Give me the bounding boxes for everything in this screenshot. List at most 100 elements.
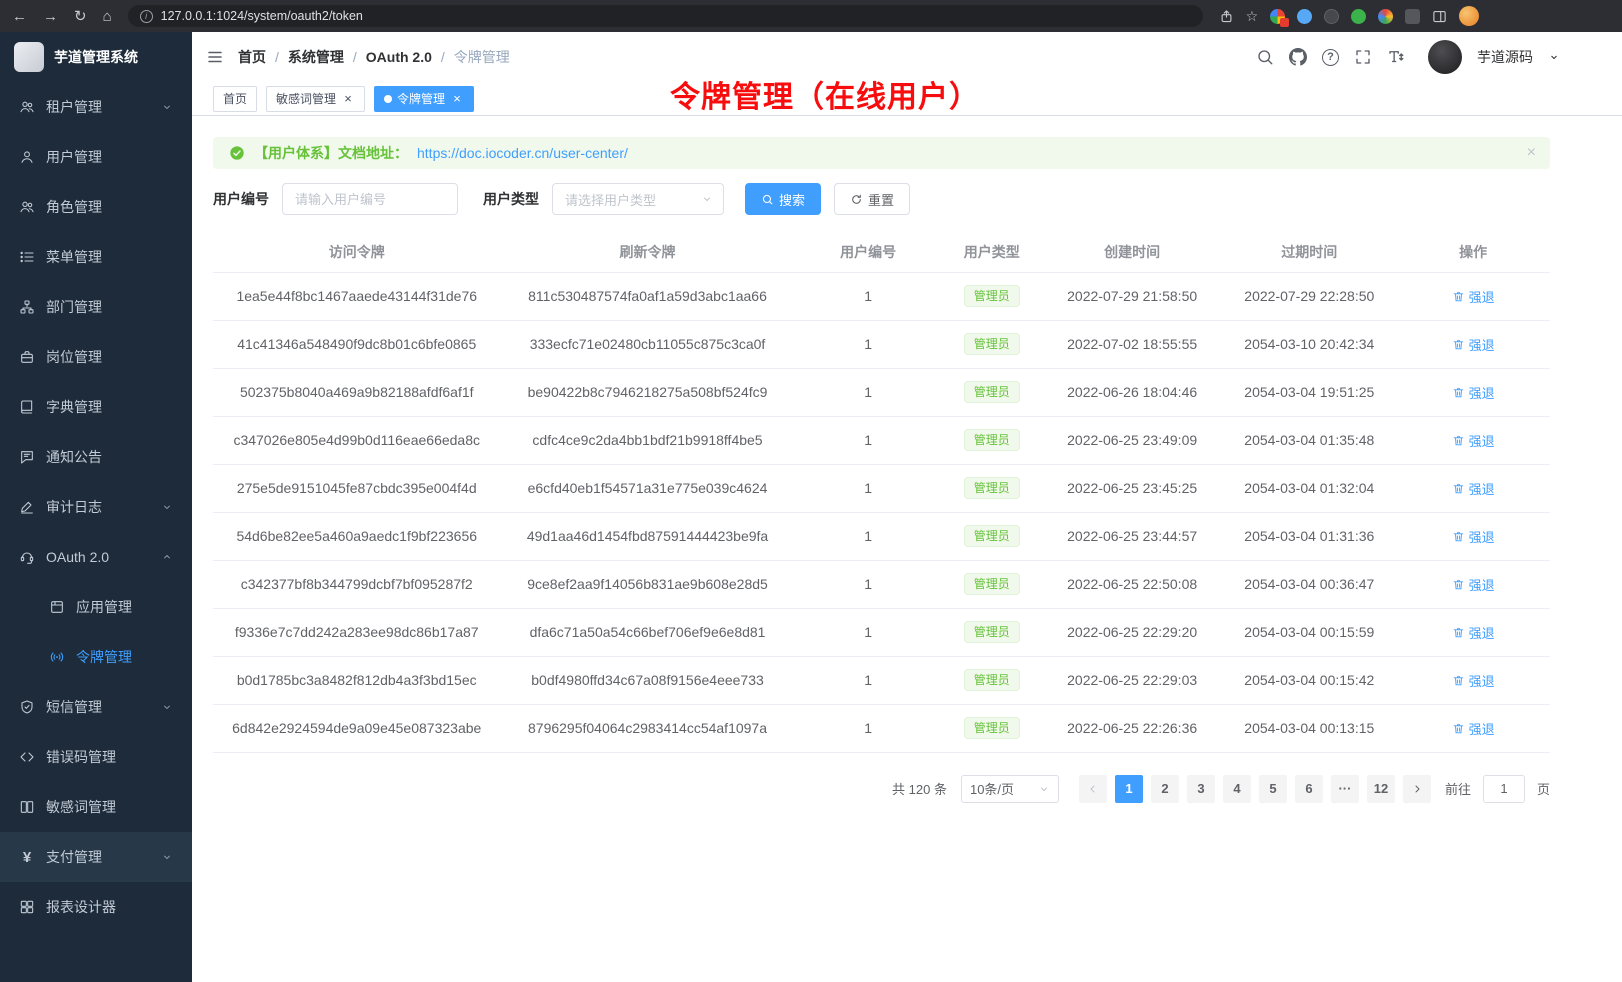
sidebar-item-oauth2[interactable]: OAuth 2.0	[0, 532, 192, 582]
header: 首页 / 系统管理 / OAuth 2.0 / 令牌管理 ?	[192, 32, 1622, 82]
force-logout-button[interactable]: 强退	[1452, 671, 1495, 690]
close-icon[interactable]: ×	[341, 92, 355, 106]
chevron-down-icon	[1038, 783, 1050, 795]
search-button[interactable]: 搜索	[745, 183, 821, 215]
goto-page-input[interactable]	[1483, 775, 1525, 803]
reset-button[interactable]: 重置	[834, 183, 910, 215]
trash-icon	[1452, 386, 1465, 399]
search-icon[interactable]	[1256, 48, 1274, 66]
sidebar-subitem-token[interactable]: 令牌管理	[0, 632, 192, 682]
cell-actions: 强退	[1396, 656, 1550, 704]
sidebar-item-notice[interactable]: 通知公告	[0, 432, 192, 482]
url-bar[interactable]: i 127.0.0.1:1024/system/oauth2/token	[128, 5, 1203, 27]
force-logout-button[interactable]: 强退	[1452, 623, 1495, 642]
cell-user-id: 1	[795, 272, 942, 320]
force-logout-button[interactable]: 强退	[1452, 479, 1495, 498]
refresh-icon[interactable]: ↻	[74, 9, 87, 24]
cell-user-id: 1	[795, 656, 942, 704]
sidebar-item-tenant[interactable]: 租户管理	[0, 82, 192, 132]
forward-icon[interactable]: →	[43, 9, 58, 24]
page-button[interactable]: 3	[1187, 775, 1215, 803]
user-id-input[interactable]	[282, 183, 458, 215]
sidebar-item-sms[interactable]: 短信管理	[0, 682, 192, 732]
sidebar-item-label: 通知公告	[46, 447, 173, 467]
page-size-select[interactable]: 10条/页	[961, 775, 1059, 803]
app-logo[interactable]: 芋道管理系统	[0, 32, 192, 82]
close-icon[interactable]: ×	[450, 92, 464, 106]
sidebar-item-menu[interactable]: 菜单管理	[0, 232, 192, 282]
cell-expire-time: 2054-03-10 20:42:34	[1222, 320, 1396, 368]
sidebar-item-pay[interactable]: ¥ 支付管理	[0, 832, 192, 882]
sidebar-toggle-icon[interactable]	[1432, 9, 1447, 24]
page-button[interactable]: 6	[1295, 775, 1323, 803]
sidebar-item-error-code[interactable]: 错误码管理	[0, 732, 192, 782]
share-icon[interactable]	[1219, 9, 1234, 24]
username[interactable]: 芋道源码	[1477, 47, 1533, 67]
fullscreen-icon[interactable]	[1354, 48, 1372, 66]
tab-home[interactable]: 首页	[213, 86, 257, 112]
github-icon[interactable]	[1289, 48, 1307, 66]
hamburger-menu-icon[interactable]	[206, 48, 224, 66]
extension-pinwheel-icon[interactable]	[1378, 9, 1393, 24]
help-icon[interactable]: ?	[1322, 49, 1339, 66]
list-icon	[19, 249, 35, 265]
user-avatar[interactable]	[1428, 40, 1462, 74]
page-button[interactable]: 2	[1151, 775, 1179, 803]
breadcrumb-item[interactable]: 系统管理	[288, 47, 344, 67]
browser-profile-avatar[interactable]	[1459, 6, 1479, 26]
sidebar-item-dict[interactable]: 字典管理	[0, 382, 192, 432]
sidebar-item-role[interactable]: 角色管理	[0, 182, 192, 232]
book-icon	[19, 399, 35, 415]
force-logout-button[interactable]: 强退	[1452, 719, 1495, 738]
cell-create-time: 2022-06-26 18:04:46	[1042, 368, 1222, 416]
trash-icon	[1452, 626, 1465, 639]
cell-actions: 强退	[1396, 464, 1550, 512]
sidebar-item-sensitive-words[interactable]: 敏感词管理	[0, 782, 192, 832]
extension-green-icon[interactable]	[1351, 9, 1366, 24]
breadcrumb-item[interactable]: 首页	[238, 47, 266, 67]
cell-access-token: b0d1785bc3a8482f812db4a3f3bd15ec	[213, 656, 500, 704]
sidebar-item-report-designer[interactable]: 报表设计器	[0, 882, 192, 932]
sidebar-item-user[interactable]: 用户管理	[0, 132, 192, 182]
force-logout-button[interactable]: 强退	[1452, 527, 1495, 546]
force-logout-button[interactable]: 强退	[1452, 575, 1495, 594]
more-pages-button[interactable]: ···	[1331, 775, 1359, 803]
extension-dark-icon[interactable]	[1324, 9, 1339, 24]
tab-token[interactable]: 令牌管理 ×	[374, 86, 474, 112]
user-type-select[interactable]: 请选择用户类型	[552, 183, 724, 215]
page-button[interactable]: 12	[1367, 775, 1395, 803]
bookmark-star-icon[interactable]: ☆	[1246, 8, 1259, 25]
page-button[interactable]: 4	[1223, 775, 1251, 803]
sidebar-item-post[interactable]: 岗位管理	[0, 332, 192, 382]
force-logout-button[interactable]: 强退	[1452, 383, 1495, 402]
next-page-button[interactable]	[1403, 775, 1431, 803]
doc-link[interactable]: https://doc.iocoder.cn/user-center/	[417, 145, 628, 161]
close-icon[interactable]: ×	[1527, 145, 1536, 161]
force-logout-button[interactable]: 强退	[1452, 335, 1495, 354]
cell-refresh-token: b0df4980ffd34c67a08f9156e4eee733	[500, 656, 794, 704]
sidebar-item-audit-log[interactable]: 审计日志	[0, 482, 192, 532]
table-row: c347026e805e4d99b0d116eae66eda8c cdfc4ce…	[213, 416, 1550, 464]
cell-actions: 强退	[1396, 560, 1550, 608]
force-logout-button[interactable]: 强退	[1452, 431, 1495, 450]
extensions-puzzle-icon[interactable]	[1405, 9, 1420, 24]
page-button[interactable]: 1	[1115, 775, 1143, 803]
goto-label: 前往	[1445, 779, 1471, 798]
font-size-icon[interactable]	[1387, 48, 1405, 66]
page-button[interactable]: 5	[1259, 775, 1287, 803]
page-info-icon[interactable]: i	[140, 10, 153, 23]
cell-create-time: 2022-06-25 23:45:25	[1042, 464, 1222, 512]
extension-grid-icon[interactable]	[1270, 9, 1285, 24]
sidebar-subitem-app[interactable]: 应用管理	[0, 582, 192, 632]
force-logout-button[interactable]: 强退	[1452, 287, 1495, 306]
prev-page-button[interactable]	[1079, 775, 1107, 803]
breadcrumb-item[interactable]: OAuth 2.0	[366, 49, 432, 65]
back-icon[interactable]: ←	[12, 9, 27, 24]
sidebar-item-dept[interactable]: 部门管理	[0, 282, 192, 332]
tab-sensitive-words[interactable]: 敏感词管理 ×	[266, 86, 365, 112]
broadcast-icon	[49, 649, 65, 665]
extension-blue-icon[interactable]	[1297, 9, 1312, 24]
home-icon[interactable]: ⌂	[103, 9, 112, 24]
chevron-down-icon[interactable]	[1548, 51, 1560, 63]
user-type-badge: 管理员	[964, 621, 1020, 643]
